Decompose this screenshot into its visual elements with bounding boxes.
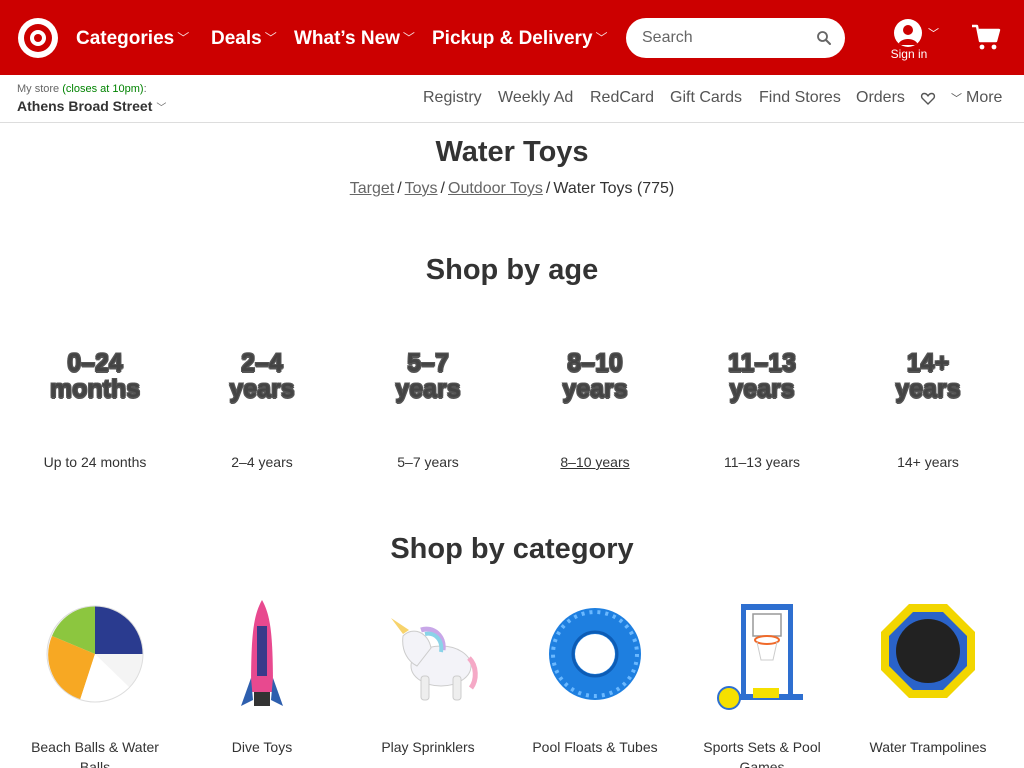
search-box xyxy=(626,18,845,58)
age-tile-11-13-years[interactable]: 11–13 years 11–13 years xyxy=(692,349,832,470)
sign-in-button[interactable]: ﹀ Sign in xyxy=(886,17,939,63)
age-tile-0-24-months[interactable]: 0–24 months Up to 24 months xyxy=(25,349,165,470)
nav-categories[interactable]: Categories ﹀ xyxy=(76,26,189,51)
account-icon xyxy=(894,19,922,47)
link-gift-cards[interactable]: Gift Cards xyxy=(670,89,742,107)
age-tile-2-4-years[interactable]: 2–4 years 2–4 years xyxy=(192,349,332,470)
category-sports-sets[interactable]: Sports Sets & Pool Games xyxy=(682,596,842,768)
unicorn-sprinkler-image xyxy=(391,618,478,701)
cart-icon[interactable] xyxy=(971,23,1001,51)
breadcrumb-toys[interactable]: Toys xyxy=(405,180,438,197)
water-trampoline-image xyxy=(881,604,975,698)
category-pool-floats[interactable]: Pool Floats & Tubes xyxy=(515,596,675,757)
chevron-down-icon: ﹀ xyxy=(402,31,415,45)
link-find-stores[interactable]: Find Stores xyxy=(759,89,841,107)
age-graphic: 11–13 years xyxy=(727,349,797,403)
search-input[interactable] xyxy=(642,26,812,50)
beach-ball-image xyxy=(46,605,144,703)
more-menu[interactable]: ﹀ More xyxy=(951,89,1002,107)
shop-by-category-heading: Shop by category xyxy=(390,533,634,565)
breadcrumb-current: Water Toys (775) xyxy=(553,180,675,197)
category-water-trampolines[interactable]: Water Trampolines xyxy=(848,596,1008,757)
breadcrumb-target[interactable]: Target xyxy=(350,180,394,197)
age-tile-8-10-years[interactable]: 8–10 years 8–10 years xyxy=(525,349,665,470)
chevron-down-icon: ﹀ xyxy=(177,31,190,45)
breadcrumb-outdoor-toys[interactable]: Outdoor Toys xyxy=(448,180,543,197)
nav-pickup-delivery[interactable]: Pickup & Delivery ﹀ xyxy=(432,26,608,51)
age-graphic: 8–10 years xyxy=(562,349,628,403)
nav-deals[interactable]: Deals ﹀ xyxy=(211,26,277,51)
category-play-sprinklers[interactable]: Play Sprinklers xyxy=(348,596,508,757)
age-graphic: 2–4 years xyxy=(229,349,295,403)
chevron-down-icon: ﹀ xyxy=(264,31,277,45)
sign-in-label: Sign in xyxy=(890,47,928,61)
page-title: Water Toys xyxy=(435,136,589,168)
link-redcard[interactable]: RedCard xyxy=(590,89,654,107)
my-store-line: My store (closes at 10pm): xyxy=(17,83,147,95)
store-selector[interactable]: Athens Broad Street ﹀ xyxy=(17,98,166,114)
age-graphic: 14+ years xyxy=(895,349,961,403)
age-tile-5-7-years[interactable]: 5–7 years 5–7 years xyxy=(358,349,498,470)
pool-tube-image xyxy=(549,608,641,700)
chevron-down-icon: ﹀ xyxy=(156,103,167,114)
category-beach-balls[interactable]: Beach Balls & Water Balls xyxy=(15,596,175,768)
age-tile-14-plus-years[interactable]: 14+ years 14+ years xyxy=(858,349,998,470)
basketball-set-image xyxy=(717,604,803,710)
search-icon[interactable] xyxy=(816,30,832,46)
chevron-down-icon: ﹀ xyxy=(595,31,608,45)
target-logo[interactable] xyxy=(18,18,58,58)
link-weekly-ad[interactable]: Weekly Ad xyxy=(498,89,573,107)
link-orders[interactable]: Orders xyxy=(856,89,905,107)
chevron-down-icon: ﹀ xyxy=(928,28,939,40)
category-dive-toys[interactable]: Dive Toys xyxy=(182,596,342,757)
breadcrumb: Target / Toys / Outdoor Toys / Water Toys (775… xyxy=(349,180,675,197)
nav-whats-new[interactable]: What’s New ﹀ xyxy=(294,26,415,51)
link-registry[interactable]: Registry xyxy=(423,89,482,107)
heart-icon[interactable] xyxy=(920,90,936,106)
shop-by-age-heading: Shop by age xyxy=(425,254,599,286)
dive-rocket-image xyxy=(241,600,283,706)
chevron-down-icon: ﹀ xyxy=(951,93,962,105)
age-graphic: 0–24 months xyxy=(49,349,141,403)
age-graphic: 5–7 years xyxy=(395,349,461,403)
global-header: Categories ﹀ Deals ﹀ What’s New ﹀ Pickup & … xyxy=(0,0,1024,75)
utility-bar: My store (closes at 10pm): Athens Broad … xyxy=(0,75,1024,123)
